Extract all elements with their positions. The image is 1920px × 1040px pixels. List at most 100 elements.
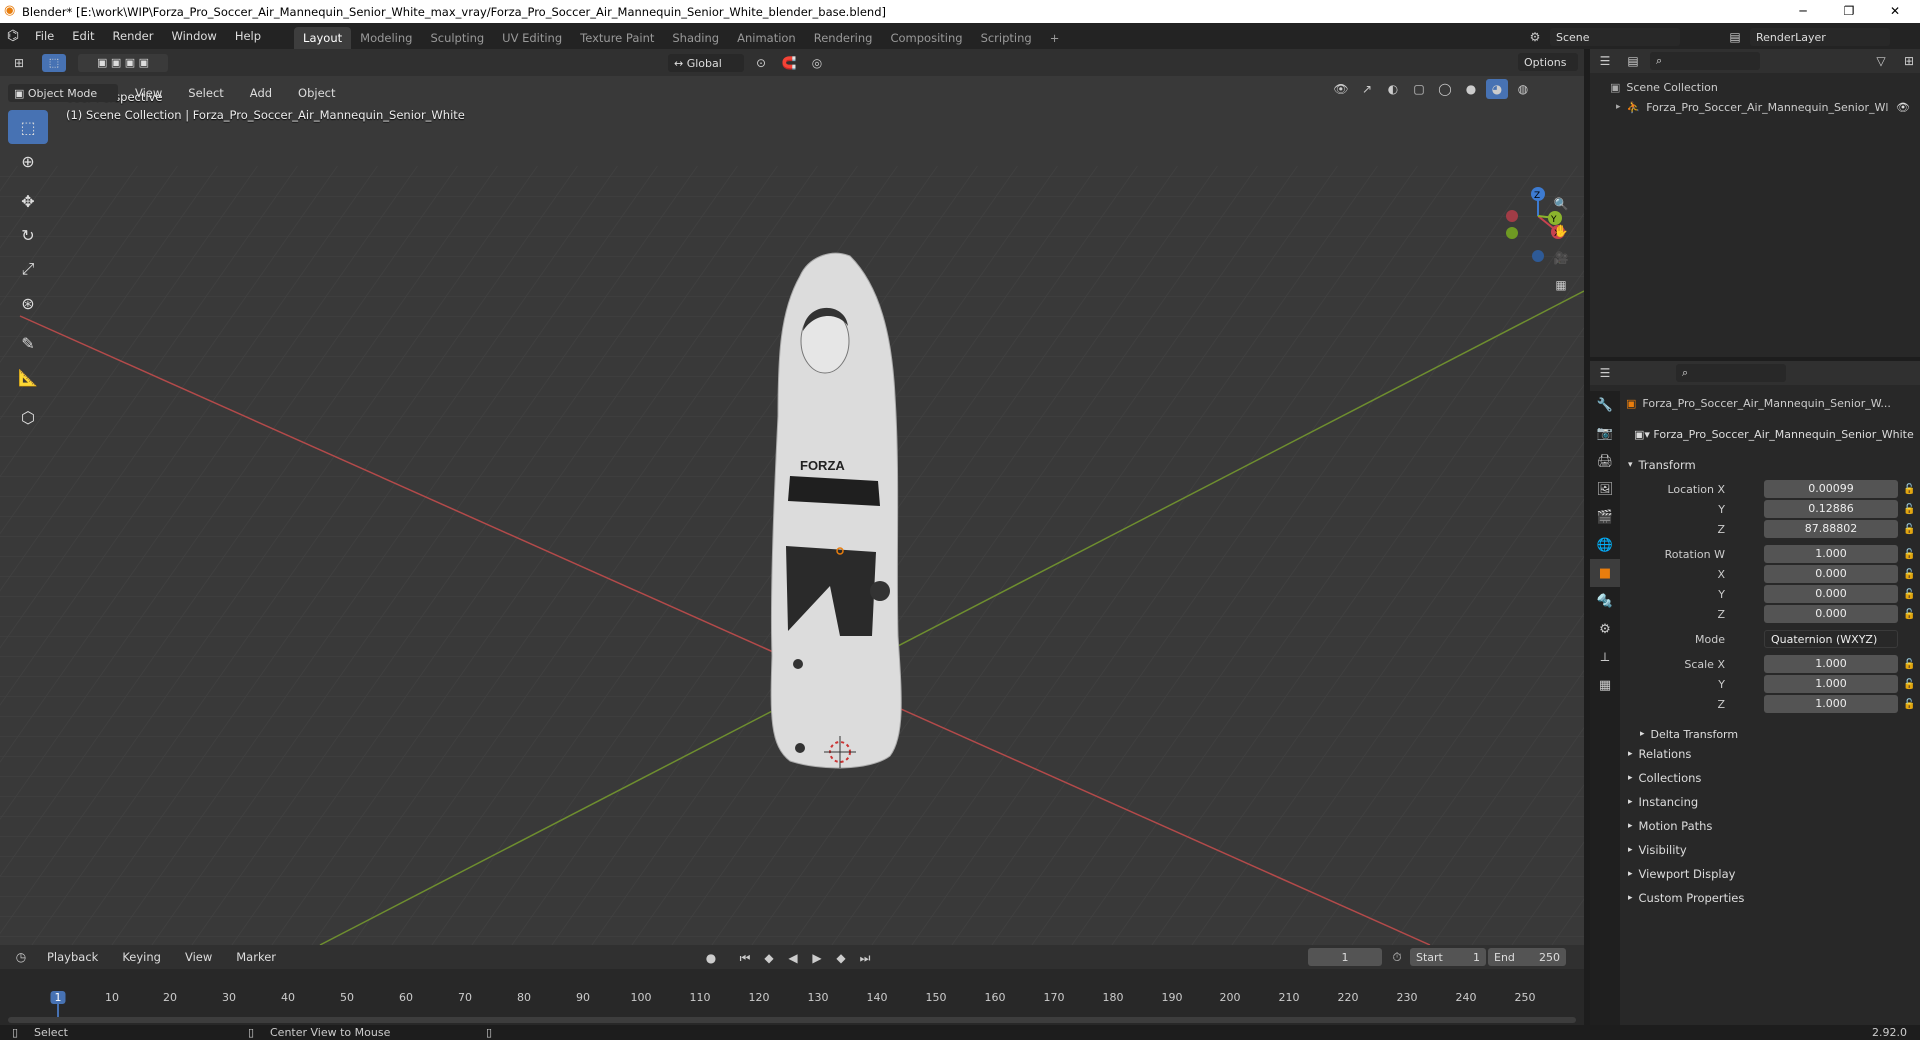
menu-file[interactable]: File — [26, 23, 63, 49]
lock-icon[interactable]: 🔓 — [1903, 699, 1915, 710]
solid-shading-icon[interactable]: ● — [1460, 79, 1482, 99]
menu-edit[interactable]: Edit — [63, 23, 103, 49]
view-layer-tab-icon[interactable]: 🖼 — [1590, 475, 1620, 503]
cursor-tool-icon[interactable]: ⊕ — [8, 144, 48, 178]
mannequin-model[interactable]: FORZA — [770, 252, 902, 769]
restore-icon[interactable]: ❐ — [1826, 0, 1872, 23]
visibility-panel[interactable]: ▸ Visibility — [1628, 839, 1687, 861]
jump-end-icon[interactable]: ⏭ — [854, 948, 876, 968]
close-icon[interactable]: ✕ — [1872, 0, 1918, 23]
viewport-menu-select[interactable]: Select — [179, 80, 232, 106]
gizmo-toggle-icon[interactable]: ↗ — [1356, 79, 1378, 99]
tab-scripting[interactable]: Scripting — [972, 27, 1041, 49]
transform-orientation-dropdown[interactable]: ↔ Global — [668, 54, 744, 72]
rotation-mode-dropdown[interactable]: Quaternion (WXYZ) — [1764, 630, 1898, 648]
object-name-field[interactable]: ▣▾ Forza_Pro_Soccer_Air_Mannequin_Senior… — [1628, 425, 1914, 443]
zoom-icon[interactable]: 🔍 — [1550, 194, 1572, 214]
record-icon[interactable]: ● — [700, 948, 722, 968]
menu-render[interactable]: Render — [104, 23, 163, 49]
relations-panel[interactable]: ▸ Relations — [1628, 743, 1691, 765]
custom-properties-panel[interactable]: ▸ Custom Properties — [1628, 887, 1744, 909]
visibility-icon[interactable]: 👁 — [1330, 79, 1352, 99]
lock-icon[interactable]: 🔓 — [1903, 569, 1915, 580]
scale-tool-icon[interactable]: ⤢ — [8, 252, 48, 286]
rotation-y-field[interactable]: 0.000 — [1764, 585, 1898, 603]
tab-texture-paint[interactable]: Texture Paint — [571, 27, 663, 49]
motion-paths-panel[interactable]: ▸ Motion Paths — [1628, 815, 1712, 837]
blender-menu-icon[interactable]: ⌬ — [0, 28, 26, 44]
pan-hand-icon[interactable]: ✋ — [1550, 221, 1572, 241]
render-tab-icon[interactable]: 📷 — [1590, 419, 1620, 447]
select-tool-icon[interactable]: ⬚ — [8, 110, 48, 144]
tool-tab-icon[interactable]: 🔧 — [1590, 391, 1620, 419]
constraints-tab-icon[interactable]: ⚙ — [1590, 615, 1620, 643]
transform-tool-icon[interactable]: ⊛ — [8, 286, 48, 320]
outliner-editor-icon[interactable]: ☰ — [1594, 51, 1616, 71]
prev-keyframe-icon[interactable]: ◆ — [758, 948, 780, 968]
tab-layout[interactable]: Layout — [294, 27, 352, 49]
output-tab-icon[interactable]: 🖨 — [1590, 447, 1620, 475]
wireframe-shading-icon[interactable]: ◯ — [1434, 79, 1456, 99]
properties-editor-icon[interactable]: ☰ — [1594, 363, 1616, 383]
lock-icon[interactable]: 🔓 — [1903, 484, 1915, 495]
playback-menu[interactable]: Playback — [38, 944, 107, 970]
lock-icon[interactable]: 🔓 — [1903, 659, 1915, 670]
preview-range-icon[interactable]: ⏱ — [1386, 947, 1408, 967]
object-tab-icon[interactable]: ■ — [1590, 559, 1620, 587]
lock-icon[interactable]: 🔓 — [1903, 679, 1915, 690]
delta-transform-subpanel[interactable]: ▸ Delta Transform — [1640, 723, 1738, 745]
scale-x-field[interactable]: 1.000 — [1764, 655, 1898, 673]
tab-animation[interactable]: Animation — [728, 27, 805, 49]
current-frame-field[interactable]: 1 — [1308, 948, 1382, 966]
timeline-ruler[interactable]: 1 10 20 30 40 50 60 70 80 90 100 110 120… — [0, 969, 1584, 1025]
world-tab-icon[interactable]: 🌐 — [1590, 531, 1620, 559]
timeline-scrollbar[interactable] — [8, 1017, 1576, 1023]
annotate-tool-icon[interactable]: ✎ — [8, 326, 48, 360]
location-x-field[interactable]: 0.00099 — [1764, 480, 1898, 498]
rotation-w-field[interactable]: 1.000 — [1764, 545, 1898, 563]
rotate-tool-icon[interactable]: ↻ — [8, 218, 48, 252]
minimize-icon[interactable]: ─ — [1780, 0, 1826, 23]
material-shading-icon[interactable]: ◕ — [1486, 79, 1508, 99]
timeline-view-menu[interactable]: View — [176, 944, 221, 970]
scale-z-field[interactable]: 1.000 — [1764, 695, 1898, 713]
lock-icon[interactable]: 🔓 — [1903, 549, 1915, 560]
rotation-x-field[interactable]: 0.000 — [1764, 565, 1898, 583]
viewport-menu-view[interactable]: View — [126, 80, 171, 106]
instancing-panel[interactable]: ▸ Instancing — [1628, 791, 1698, 813]
outliner-scene-collection[interactable]: ▣ Scene Collection — [1590, 77, 1920, 97]
location-z-field[interactable]: 87.88802 — [1764, 520, 1898, 538]
measure-tool-icon[interactable]: 📐 — [8, 360, 48, 394]
texture-tab-icon[interactable]: ▦ — [1590, 671, 1620, 699]
outliner-search-input[interactable]: ⌕ — [1650, 52, 1760, 70]
object-mode-dropdown[interactable]: ▣ Object Mode — [8, 84, 118, 102]
proportional-editing-icon[interactable]: ◎ — [806, 53, 828, 73]
tab-rendering[interactable]: Rendering — [805, 27, 882, 49]
object-data-tab-icon[interactable]: ⟂ — [1590, 643, 1620, 671]
add-cube-tool-icon[interactable]: ⬡ — [8, 400, 48, 434]
play-icon[interactable]: ▶ — [806, 948, 828, 968]
next-keyframe-icon[interactable]: ◆ — [830, 948, 852, 968]
overlay-toggle-icon[interactable]: ◐ — [1382, 79, 1404, 99]
xray-icon[interactable]: ▢ — [1408, 79, 1430, 99]
scene-selector[interactable]: ⚙ Scene — [1524, 27, 1680, 47]
viewport-menu-object[interactable]: Object — [289, 80, 344, 106]
3d-viewport[interactable]: FORZA Z X Y 🔍 ✋ 🎥 ▦ User Perspective (1)… — [0, 76, 1584, 945]
eye-visibility-icon[interactable]: 👁 — [1896, 101, 1910, 114]
tab-uv-editing[interactable]: UV Editing — [493, 27, 571, 49]
menu-help[interactable]: Help — [226, 23, 270, 49]
move-tool-icon[interactable]: ✥ — [8, 184, 48, 218]
menu-window[interactable]: Window — [162, 23, 225, 49]
filter-icon[interactable]: ▽ — [1870, 51, 1892, 71]
viewport-display-panel[interactable]: ▸ Viewport Display — [1628, 863, 1735, 885]
start-frame-field[interactable]: Start 1 — [1410, 948, 1486, 966]
snap-icon[interactable]: 🧲 — [778, 53, 800, 73]
play-reverse-icon[interactable]: ◀ — [782, 948, 804, 968]
playhead[interactable] — [57, 1003, 59, 1017]
properties-search-input[interactable]: ⌕ — [1676, 364, 1786, 382]
scene-tab-icon[interactable]: 🎬 — [1590, 503, 1620, 531]
tab-shading[interactable]: Shading — [663, 27, 728, 49]
outliner-item[interactable]: ▸ ⛹ Forza_Pro_Soccer_Air_Mannequin_Senio… — [1590, 97, 1920, 117]
location-y-field[interactable]: 0.12886 — [1764, 500, 1898, 518]
options-dropdown[interactable]: Options — [1518, 53, 1578, 71]
